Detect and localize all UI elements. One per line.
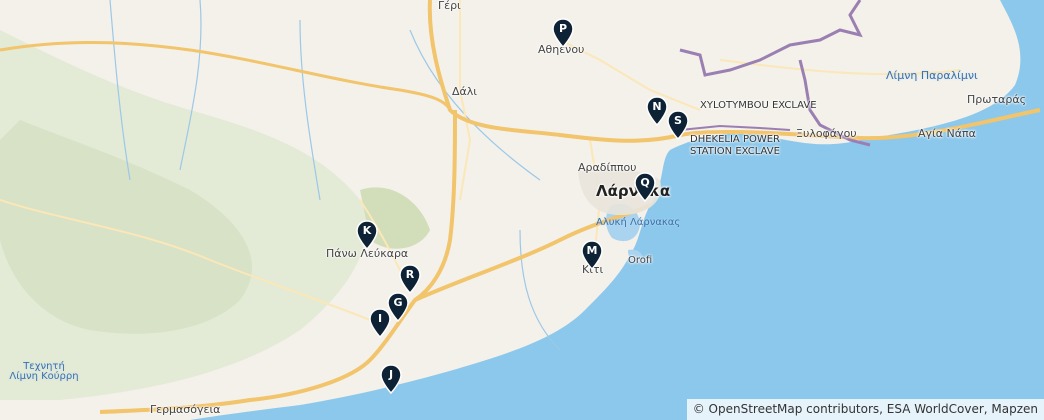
marker-label: N (652, 100, 662, 113)
place-label-kourri-lake: Τεχνητή Λίμνη Κούρρη (9, 361, 79, 382)
map-marker-i[interactable]: I (369, 308, 391, 338)
place-label-germasogeia: Γερμασόγεια (150, 403, 221, 416)
map-marker-s[interactable]: S (667, 110, 689, 140)
map-base-layer (0, 0, 1044, 420)
map-canvas[interactable]: Γέρι Αθηένου Δάλι Λίμνη Παραλίμνι Πρωταρ… (0, 0, 1044, 420)
map-attribution[interactable]: © OpenStreetMap contributors, ESA WorldC… (686, 399, 1044, 420)
marker-label: I (377, 312, 383, 325)
map-marker-k[interactable]: K (356, 220, 378, 250)
place-label-aradippou: Αραδίππου (578, 161, 637, 174)
map-marker-p[interactable]: P (552, 18, 574, 48)
place-label-aliki-larnakas: Αλυκή Λάρνακας (596, 217, 681, 228)
marker-label: S (674, 114, 682, 127)
marker-label: J (388, 368, 394, 381)
map-marker-n[interactable]: N (646, 96, 668, 126)
place-label-agia-napa: Αγία Νάπα (918, 127, 976, 140)
place-label-geri: Γέρι (438, 0, 461, 12)
marker-label: R (405, 268, 415, 281)
marker-label: P (558, 22, 568, 35)
map-marker-r[interactable]: R (399, 264, 421, 294)
place-label-protaras: Πρωταράς (967, 93, 1027, 106)
marker-label: Q (640, 176, 650, 189)
map-marker-j[interactable]: J (380, 364, 402, 394)
place-label-limni-paralimni: Λίμνη Παραλίμνι (886, 69, 978, 82)
place-label-orofi: Orofi (628, 255, 653, 266)
map-marker-m[interactable]: M (581, 240, 603, 270)
place-label-xylotymbou-exclave: XYLOTYMBOU EXCLAVE (700, 100, 817, 111)
marker-label: K (362, 224, 372, 237)
marker-label: M (586, 244, 598, 257)
place-label-xylofagou: Ξυλοφάγου (796, 127, 857, 140)
place-label-dhekelia-exclave: DHEKELIA POWER STATION EXCLAVE (690, 134, 781, 157)
place-label-dali: Δάλι (452, 85, 478, 98)
map-marker-q[interactable]: Q (634, 172, 656, 202)
